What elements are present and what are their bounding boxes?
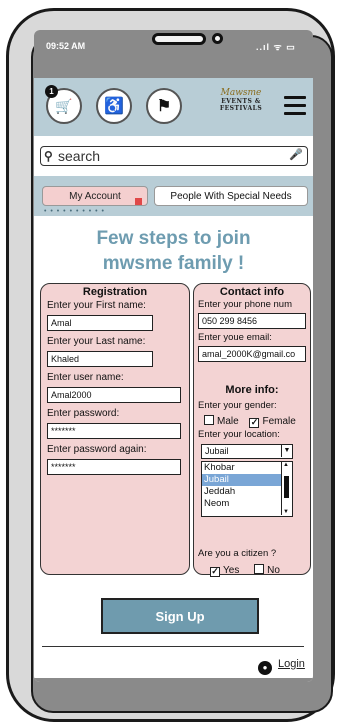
password-label: Enter password: xyxy=(47,408,120,419)
cart-icon: 🛒 xyxy=(55,97,73,114)
username-field[interactable] xyxy=(47,387,181,403)
citizen-question: Are you a citizen ? xyxy=(198,548,277,559)
username-label: Enter user name: xyxy=(47,372,124,383)
gender-options: Male ✓ Female xyxy=(204,415,304,428)
first-name-field[interactable] xyxy=(47,315,153,331)
phone-label: Enter your phone num xyxy=(198,299,293,310)
cart-button[interactable]: 1 🛒 xyxy=(45,85,82,124)
login-link[interactable]: ● Login xyxy=(258,658,305,675)
title-line-1: Few steps to join xyxy=(96,228,251,249)
login-label[interactable]: Login xyxy=(278,658,305,670)
contact-title: Contact info xyxy=(219,286,285,298)
scroll-down-icon[interactable]: ▼ xyxy=(283,509,289,515)
status-bar: 09:52 AM ..ıl ᯤ ▭ xyxy=(34,30,313,78)
citizen-no-option[interactable]: No xyxy=(254,564,280,576)
male-label: Male xyxy=(217,416,239,427)
more-info-title: More info: xyxy=(225,384,279,396)
last-name-label: Enter your Last name: xyxy=(47,336,146,347)
email-label: Enter youe email: xyxy=(198,332,272,343)
signal-wifi-battery-icon: ..ıl ᯤ ▭ xyxy=(256,42,296,52)
tab-my-account[interactable]: My Account xyxy=(42,186,148,206)
citizen-options: ✓ Yes No xyxy=(210,564,292,577)
tab-underline-dots: • • • • • • • • • • xyxy=(44,208,106,215)
first-name-label: Enter your First name: xyxy=(47,300,146,311)
logo-script: Mawsme xyxy=(220,88,262,98)
password-again-field[interactable] xyxy=(47,459,181,475)
divider xyxy=(42,646,304,647)
bottom-bezel-strip xyxy=(34,678,313,682)
accessibility-button[interactable]: ♿ xyxy=(96,88,132,124)
page-title: Few steps to join mwsme family ! xyxy=(34,226,313,276)
search-bar: ⚲ 🎤 xyxy=(40,146,308,166)
female-checkbox[interactable]: ✓ xyxy=(249,418,260,428)
location-label: Enter your location: xyxy=(198,429,280,440)
yes-label: Yes xyxy=(223,565,240,576)
email-field[interactable] xyxy=(198,346,306,362)
logo-line-festivals: FESTIVALS xyxy=(219,105,263,112)
scroll-up-icon[interactable]: ▲ xyxy=(283,462,289,468)
password-again-label: Enter password again: xyxy=(47,444,147,455)
location-option-selected[interactable]: Jubail xyxy=(202,474,292,486)
location-dropdown-list: Khobar Jubail Jeddah Neom ▲ ▼ xyxy=(201,461,293,517)
gender-female-option[interactable]: ✓ Female xyxy=(249,416,296,428)
brand-logo[interactable]: Mawsme EVENTS & FESTIVALS xyxy=(206,82,276,130)
phone-field[interactable] xyxy=(198,313,306,329)
logo-line-events: EVENTS & xyxy=(221,98,261,105)
yes-checkbox[interactable]: ✓ xyxy=(210,567,220,577)
tab-special-needs[interactable]: People With Special Needs xyxy=(154,186,308,206)
sign-up-button[interactable]: Sign Up xyxy=(101,598,259,634)
citizen-yes-option[interactable]: ✓ Yes xyxy=(210,565,240,577)
no-label: No xyxy=(267,565,280,576)
scrollbar-thumb[interactable] xyxy=(284,476,289,498)
notch-speaker xyxy=(152,33,206,45)
phone-screen: 09:52 AM ..ıl ᯤ ▭ 1 🛒 ♿ ⚑ Mawsme EVENTS … xyxy=(34,30,313,682)
female-label: Female xyxy=(262,416,296,427)
flag-icon: ⚑ xyxy=(156,98,172,115)
password-field[interactable] xyxy=(47,423,181,439)
male-checkbox[interactable] xyxy=(204,415,214,425)
cart-count-badge: 1 xyxy=(45,85,58,98)
contact-panel: Contact info Enter your phone num Enter … xyxy=(193,283,311,577)
no-checkbox[interactable] xyxy=(254,564,265,574)
registration-panel: Registration Enter your First name: Ente… xyxy=(40,283,190,575)
gender-male-option[interactable]: Male xyxy=(204,415,239,427)
location-select[interactable]: Jubail ▼ xyxy=(201,444,293,459)
registration-title: Registration xyxy=(82,286,148,298)
gender-label: Enter your gender: xyxy=(198,400,277,411)
last-name-field[interactable] xyxy=(47,351,153,367)
listbox-scrollbar[interactable]: ▲ ▼ xyxy=(281,462,292,515)
language-flag-button[interactable]: ⚑ xyxy=(146,88,182,124)
location-selected-value: Jubail xyxy=(205,446,229,456)
accessibility-icon: ♿ xyxy=(104,98,124,115)
search-icon[interactable]: ⚲ xyxy=(44,149,53,163)
title-line-2: mwsme family ! xyxy=(102,253,245,274)
account-tabs: My Account People With Special Needs • •… xyxy=(34,176,313,216)
microphone-icon[interactable]: 🎤 xyxy=(289,148,303,161)
status-time: 09:52 AM xyxy=(46,41,86,51)
user-icon: ● xyxy=(258,661,272,675)
notch-camera xyxy=(212,33,223,44)
cursor-marker-icon xyxy=(135,198,142,205)
location-option[interactable]: Neom xyxy=(202,498,292,510)
menu-icon[interactable] xyxy=(284,96,306,120)
location-option[interactable]: Jeddah xyxy=(202,486,292,498)
app-header: 1 🛒 ♿ ⚑ Mawsme EVENTS & FESTIVALS xyxy=(34,78,313,136)
chevron-down-icon[interactable]: ▼ xyxy=(281,445,292,457)
location-option[interactable]: Khobar xyxy=(202,462,292,474)
search-input[interactable] xyxy=(58,148,283,164)
